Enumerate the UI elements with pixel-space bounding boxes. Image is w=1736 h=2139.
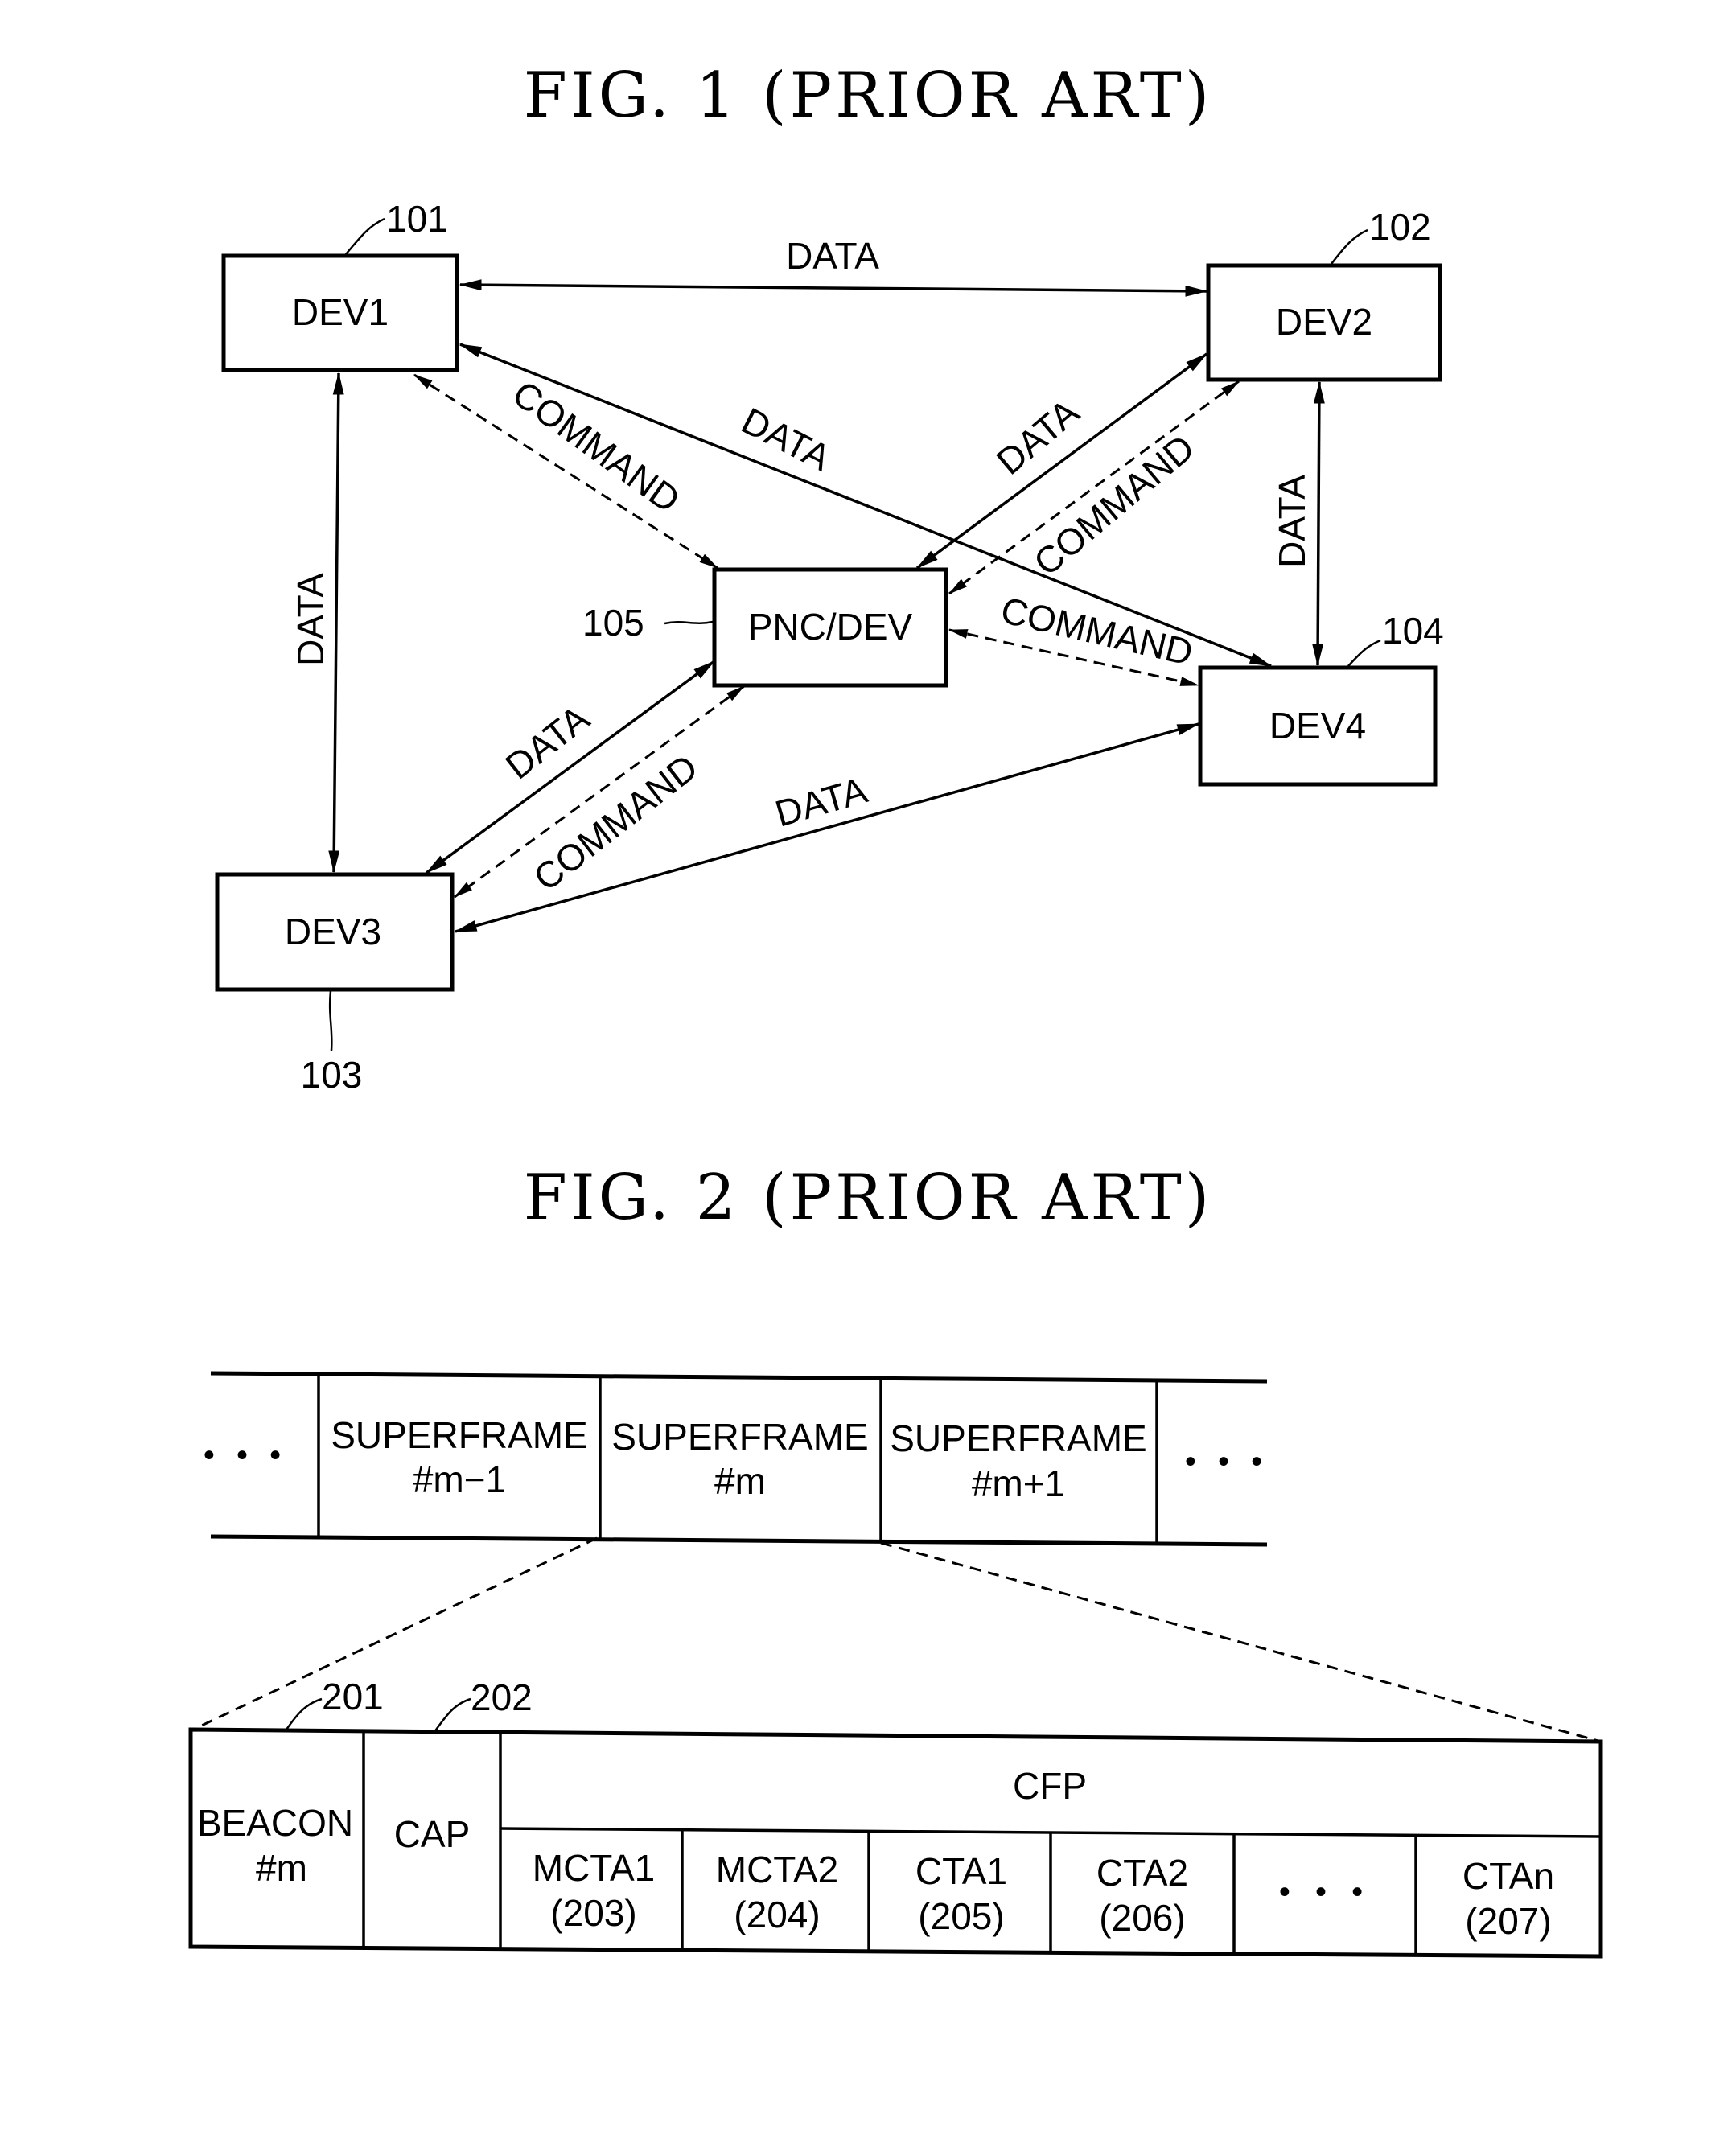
ref-numeral: 201 — [322, 1676, 384, 1717]
slot-ref: (207) — [1465, 1900, 1551, 1942]
node-pnc: PNC/DEV 105 — [582, 567, 948, 688]
edge-label-pnc-dev3-command: COMMAND — [525, 746, 705, 899]
edge-dev1-dev3-data — [328, 372, 344, 874]
beacon-cell: BEACON #m 201 — [197, 1676, 384, 1889]
edge-label-dev2-pnc-data: DATA — [989, 390, 1087, 483]
superframe-index: #m — [714, 1460, 766, 1502]
node-dev3: DEV3 103 — [215, 872, 455, 1096]
slot-name: MCTA2 — [716, 1849, 839, 1890]
leader-line — [1331, 228, 1368, 265]
slot-cell-ellipsis: • • • — [1279, 1874, 1371, 1910]
edge-label-dev2-dev4: DATA — [1271, 475, 1313, 568]
fig2-title: FIG. 2 (PRIOR ART) — [524, 1162, 1213, 1234]
ref-numeral: 101 — [386, 198, 448, 240]
edge-dev2-pnc-command — [948, 380, 1240, 595]
zoom-projection-right — [880, 1541, 1602, 1743]
superframe-name: SUPERFRAME — [611, 1416, 868, 1458]
edge-dev2-dev4-data — [1312, 380, 1325, 667]
edge-dev3-dev4-data — [454, 722, 1200, 933]
leader-line — [1347, 639, 1381, 667]
node-label: DEV3 — [285, 911, 381, 952]
ellipsis-right: • • • — [1185, 1444, 1269, 1479]
edge-dev1-dev2-data — [459, 279, 1208, 297]
slot-name: CTA1 — [915, 1850, 1007, 1892]
ref-numeral: 103 — [301, 1054, 363, 1096]
edge-label-dev1-dev2: DATA — [786, 235, 879, 277]
beacon-index: #m — [256, 1847, 307, 1889]
node-dev4: DEV4 104 — [1198, 610, 1444, 787]
slot-cell: CTA1 (205) — [915, 1850, 1007, 1937]
edge-label-dev1-pnc: COMMAND — [505, 372, 688, 521]
slot-ref: (205) — [918, 1895, 1004, 1937]
superframe-index: #m−1 — [413, 1458, 506, 1500]
leader-line — [664, 620, 714, 625]
superframe-index: #m+1 — [972, 1462, 1065, 1504]
superframe-cell: SUPERFRAME #m — [611, 1416, 868, 1502]
superframe-cell: SUPERFRAME #m−1 — [331, 1414, 587, 1500]
zoom-projection-left — [192, 1536, 598, 1731]
ref-numeral: 102 — [1369, 206, 1431, 248]
node-label: DEV2 — [1276, 301, 1372, 343]
node-dev1: DEV1 101 — [221, 198, 459, 372]
edge-label-dev1-dev4: DATA — [735, 399, 837, 479]
patent-figure-sheet: FIG. 1 (PRIOR ART) DATA DATA DATA COMMAN… — [188, 60, 1603, 1959]
ellipsis-left: • • • — [204, 1438, 287, 1473]
ref-numeral: 105 — [582, 602, 644, 644]
fig1-title: FIG. 1 (PRIOR ART) — [524, 60, 1213, 132]
superframe-cell: SUPERFRAME #m+1 — [890, 1417, 1146, 1504]
node-label: DEV1 — [292, 291, 389, 333]
node-dev2: DEV2 102 — [1206, 206, 1442, 382]
beacon-label: BEACON — [197, 1802, 353, 1844]
edge-label-pnc-dev4: COMMAND — [997, 589, 1196, 673]
leader-line — [345, 217, 385, 255]
slot-ref: (203) — [550, 1892, 636, 1934]
slot-cell: MCTA1 (203) — [533, 1847, 656, 1934]
slot-ref: (204) — [734, 1894, 820, 1935]
slot-name: MCTA1 — [533, 1847, 656, 1889]
edge-label-dev3-dev4: DATA — [771, 769, 872, 835]
sequence-bottom-line — [210, 1534, 1268, 1547]
superframe-detail: BEACON #m 201 CAP 202 CFP MCTA1 (203) MC… — [188, 1676, 1603, 1959]
cap-label: CAP — [394, 1813, 471, 1855]
superframe-sequence: • • • • • • SUPERFRAME #m−1 SUPERFRAME #… — [204, 1371, 1269, 1547]
ellipsis-icon: • • • — [1279, 1874, 1371, 1910]
node-label: PNC/DEV — [748, 606, 913, 648]
ref-numeral: 104 — [1382, 610, 1444, 652]
leader-line — [433, 1697, 471, 1733]
node-label: DEV4 — [1269, 705, 1366, 747]
edge-pnc-dev3-command — [454, 685, 745, 899]
leader-line — [285, 1697, 323, 1730]
slot-cell: CTA2 (206) — [1096, 1852, 1188, 1939]
edge-label-pnc-dev3-data: DATA — [497, 697, 597, 787]
ref-numeral: 202 — [471, 1676, 533, 1718]
slot-cell: MCTA2 (204) — [716, 1849, 839, 1935]
slot-name: CTAn — [1462, 1855, 1554, 1897]
slot-name: CTA2 — [1096, 1852, 1188, 1894]
cfp-label: CFP — [1013, 1765, 1087, 1807]
sequence-top-line — [210, 1371, 1268, 1384]
edge-label-dev1-dev3: DATA — [290, 573, 331, 666]
slot-cell: CTAn (207) — [1462, 1855, 1554, 1942]
superframe-name: SUPERFRAME — [890, 1417, 1146, 1459]
slot-ref: (206) — [1099, 1897, 1185, 1939]
superframe-name: SUPERFRAME — [331, 1414, 587, 1456]
leader-line — [328, 990, 333, 1051]
